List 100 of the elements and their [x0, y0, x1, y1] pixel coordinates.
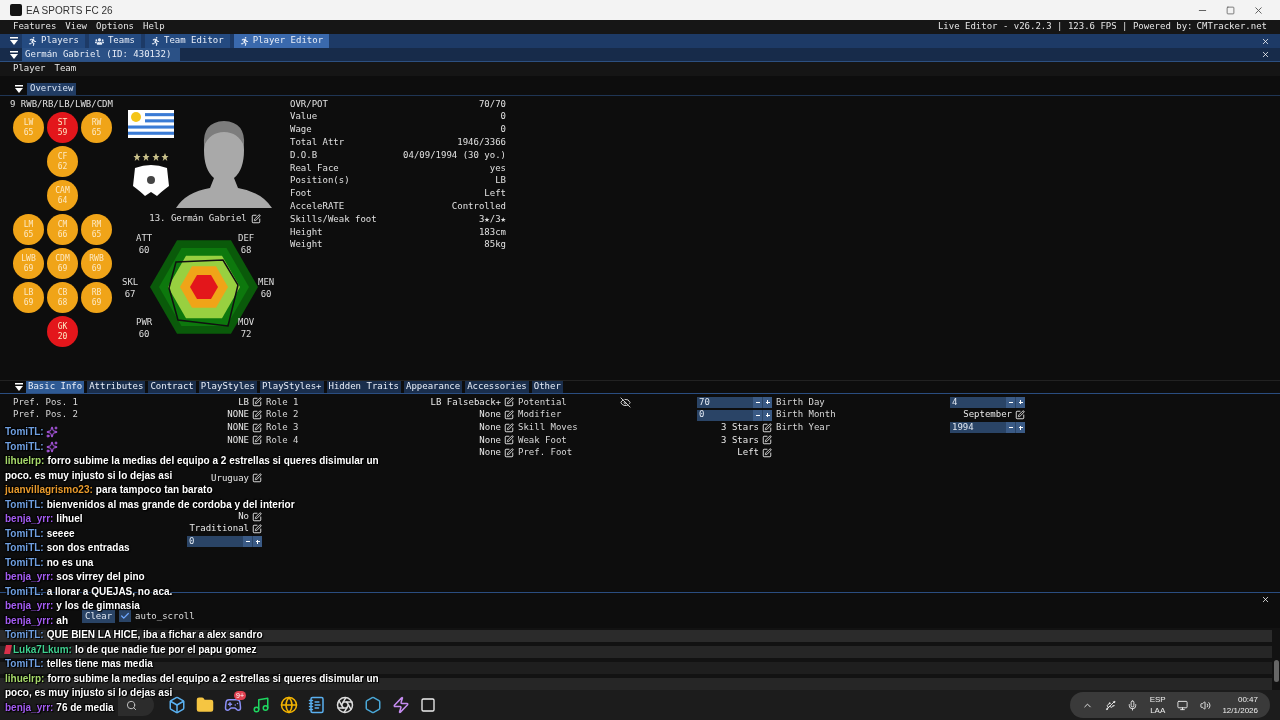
edit-icon[interactable]: [252, 473, 262, 484]
network-icon[interactable]: [1177, 699, 1189, 711]
position-rating-badge: CF 62: [47, 146, 78, 177]
edit-icon[interactable]: [252, 410, 262, 421]
edit-icon[interactable]: [504, 410, 514, 421]
language-indicator[interactable]: LAA: [1150, 705, 1166, 716]
close-icon[interactable]: [1261, 50, 1270, 59]
edit-icon[interactable]: [252, 435, 262, 446]
number-input[interactable]: 1994: [950, 422, 1025, 434]
tab[interactable]: Hidden Traits: [326, 381, 401, 393]
tab[interactable]: Contract: [148, 381, 196, 393]
tab[interactable]: Attributes: [87, 381, 146, 393]
number-input[interactable]: 4: [950, 396, 1025, 408]
edit-icon[interactable]: [504, 397, 514, 408]
edit-icon[interactable]: [252, 524, 262, 535]
close-icon[interactable]: [1253, 4, 1264, 16]
tab[interactable]: Accessories: [465, 381, 529, 393]
hidden-eye-icon[interactable]: [620, 397, 631, 408]
menu-item[interactable]: Features: [13, 20, 57, 34]
edit-icon[interactable]: [762, 422, 772, 433]
tab[interactable]: Other: [531, 381, 563, 393]
edit-icon[interactable]: [504, 448, 514, 459]
position-rating-badge: LB 69: [13, 282, 44, 313]
collapse-icon[interactable]: [15, 383, 23, 391]
tab[interactable]: Player Editor: [233, 34, 330, 48]
volume-icon[interactable]: [1199, 699, 1211, 711]
usb-icon[interactable]: [1104, 699, 1116, 711]
collapse-icon[interactable]: [10, 37, 18, 45]
menu-item[interactable]: Team: [54, 62, 77, 76]
field-label: Birth Month: [776, 408, 837, 422]
edit-icon[interactable]: [1015, 410, 1025, 421]
position-rating-badge: RM 65: [81, 214, 112, 245]
tab[interactable]: Basic Info: [26, 381, 85, 393]
tab[interactable]: PlayStyles+: [259, 381, 324, 393]
stat-value: Left: [484, 187, 506, 201]
tab[interactable]: Appearance: [404, 381, 463, 393]
field-label: Pref. Pos. 1: [13, 395, 80, 409]
chat-username: TomiTL:: [5, 497, 44, 512]
number-input[interactable]: 0: [187, 536, 262, 548]
lightning-icon[interactable]: [392, 696, 410, 714]
chat-message: ah: [56, 613, 69, 628]
collapse-icon[interactable]: [15, 84, 23, 93]
close-icon[interactable]: [1261, 594, 1270, 604]
chat-username: benja_yrr:: [5, 570, 54, 584]
clock-time[interactable]: 00:47: [1237, 694, 1258, 705]
number-input[interactable]: 70: [697, 396, 772, 408]
tab[interactable]: Teams: [88, 34, 142, 48]
maximize-icon[interactable]: [1226, 5, 1235, 15]
chat-message: a llorar a QUEJAS, no aca.: [46, 584, 173, 599]
chat-username: TomiTL:: [5, 657, 44, 671]
scrollbar[interactable]: [1274, 660, 1279, 682]
chat-message: poco, es muy injusto si lo dejas asi: [5, 686, 173, 700]
menu-item[interactable]: View: [65, 20, 88, 34]
edit-icon[interactable]: [504, 422, 514, 433]
tab[interactable]: Team Editor: [145, 34, 230, 48]
menu-item[interactable]: Player: [13, 62, 46, 76]
field-label: Role 2: [266, 408, 300, 422]
notepad-icon[interactable]: [308, 696, 326, 714]
edit-icon[interactable]: [252, 422, 262, 433]
edit-icon[interactable]: [762, 448, 772, 459]
positions-heading: 9 RWB/RB/LB/LWB/CDM: [10, 98, 114, 110]
clock-date[interactable]: 12/1/2026: [1222, 705, 1258, 716]
close-icon[interactable]: [1261, 36, 1270, 46]
folder-icon[interactable]: [196, 696, 214, 714]
field-label: Pref. Foot: [518, 446, 574, 460]
store-icon[interactable]: [168, 696, 186, 714]
number-input[interactable]: 0: [697, 409, 772, 421]
app-icon[interactable]: [420, 697, 436, 713]
collapse-icon[interactable]: [10, 50, 18, 59]
field-label: Skill Moves: [518, 420, 579, 434]
position-rating-badge: GK 20: [47, 316, 78, 347]
menu-item[interactable]: Options: [96, 20, 134, 34]
position-rating-badge: CDM 69: [47, 248, 78, 279]
hexagon-icon[interactable]: [364, 696, 382, 714]
edit-icon[interactable]: [504, 435, 514, 446]
edit-icon[interactable]: [250, 213, 261, 224]
stat-value: 3★/3★: [478, 212, 506, 226]
chat-message: poco. es muy injusto si lo dejas asi: [5, 468, 173, 483]
player-header-title[interactable]: Germán Gabriel (ID: 430132): [22, 48, 180, 61]
language-indicator[interactable]: ESP: [1149, 694, 1166, 705]
website-link[interactable]: CMTracker.net: [1196, 20, 1267, 34]
game-controller-icon[interactable]: [224, 696, 242, 714]
music-icon[interactable]: [252, 696, 270, 714]
stat-label: Position(s): [290, 174, 350, 188]
tab[interactable]: Players: [22, 34, 85, 48]
menu-item[interactable]: Help: [143, 20, 165, 34]
microphone-icon[interactable]: [1127, 699, 1139, 711]
checkbox[interactable]: [119, 610, 132, 623]
attribute-label: DEF: [238, 231, 255, 244]
globe-icon[interactable]: [280, 696, 298, 714]
field-label: Pref. Pos. 2: [13, 408, 80, 422]
edit-icon[interactable]: [252, 511, 262, 522]
edit-icon[interactable]: [762, 435, 772, 446]
edit-icon[interactable]: [252, 397, 262, 408]
stat-value: LB: [495, 174, 506, 188]
tab[interactable]: PlayStyles: [198, 381, 257, 393]
position-rating-badge: ST 59: [47, 112, 78, 143]
section-header[interactable]: Overview: [27, 82, 77, 95]
chat-message: lo de que nadie fue por el papu gomez: [74, 642, 257, 657]
aperture-icon[interactable]: [336, 696, 354, 714]
